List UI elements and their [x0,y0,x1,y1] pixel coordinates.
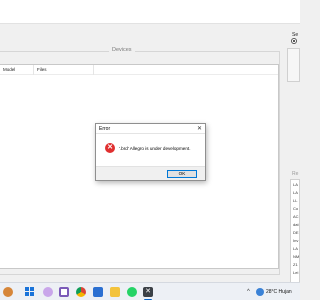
column-header-files[interactable]: Files [34,65,94,75]
tray-chevron-icon[interactable]: ^ [247,288,250,296]
list-item[interactable]: DE [293,230,299,235]
dialog-titlebar[interactable]: Error ✕ [96,124,205,134]
list-item[interactable]: LL [293,198,297,203]
list-item[interactable]: LA [293,246,298,251]
list-item[interactable]: Inv [293,238,298,243]
explorer-icon[interactable] [93,287,103,297]
search-icon[interactable] [43,287,53,297]
list-item[interactable]: Z1 [293,262,298,267]
list-item[interactable]: Co [293,206,298,211]
side-option-box [287,48,300,82]
right-panel: Se Re LA LA LL Co AC dat DE Inv LA NM Z1… [284,24,300,283]
weather-icon[interactable] [256,288,264,296]
error-icon: ✕ [105,143,115,153]
column-header-model[interactable]: Model [0,65,34,75]
dialog-message: '.brd' Allegro is under development. [119,146,191,151]
chrome-icon[interactable] [76,287,86,297]
list-item[interactable]: NM [293,254,299,259]
weather-text[interactable]: 28°C Hujan [266,288,292,296]
list-item[interactable]: AC [293,214,299,219]
dialog-title: Error [99,126,111,132]
list-item[interactable]: LA [293,182,298,187]
windows-start-icon[interactable] [25,287,35,297]
folder-icon[interactable] [110,287,120,297]
dialog-footer: OK [96,166,205,180]
taskbar: ✕ ^ 28°C Hujan [0,282,300,300]
browser-icon[interactable] [59,287,69,297]
weather-widget-icon[interactable] [3,287,13,297]
devices-group-title: Devices [109,45,135,56]
recent-list[interactable]: LA LA LL Co AC dat DE Inv LA NM Z1 Lei [290,179,300,283]
list-header: Model Files [0,65,278,75]
window-title-strip [0,0,300,24]
active-app-icon[interactable]: ✕ [143,287,153,297]
select-radio[interactable] [291,38,297,44]
list-item[interactable]: LA [293,190,298,195]
ok-button[interactable]: OK [167,170,197,178]
whatsapp-icon[interactable] [127,287,137,297]
list-item[interactable]: dat [293,222,299,227]
list-item[interactable]: Lei [293,270,298,275]
close-icon[interactable]: ✕ [197,125,202,133]
recent-label: Re [292,171,299,177]
error-dialog: Error ✕ ✕ '.brd' Allegro is under develo… [95,123,206,181]
